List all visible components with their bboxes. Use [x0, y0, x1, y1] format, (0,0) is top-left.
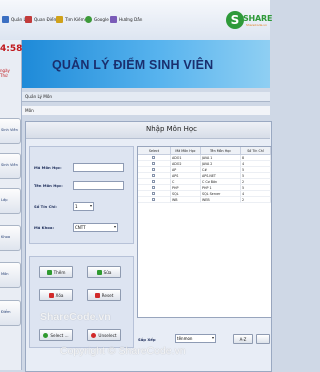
toolbar-google-button[interactable]: Google	[85, 14, 109, 25]
row-checkbox[interactable]	[152, 156, 155, 159]
logo-mark: S	[226, 11, 244, 29]
row-checkbox[interactable]	[152, 168, 155, 171]
sidebar-item-sinh-vien-2[interactable]: Sinh Viên	[0, 153, 21, 179]
row-checkbox[interactable]	[152, 192, 155, 195]
child-window-title: Quản Lý Môn	[25, 94, 53, 99]
watermark-sharecode: ShareCode.vn	[40, 311, 111, 323]
select-all-button[interactable]: Select ...	[39, 329, 73, 341]
form-title: Nhập Môn Học	[146, 125, 198, 133]
column-header-ten-mon[interactable]: Tên Môn Học	[201, 147, 241, 155]
column-header-select[interactable]: Select	[138, 147, 171, 155]
input-panel: Mã Môn Học: Tên Môn Học: Số Tín Chỉ: 1 M…	[29, 146, 134, 244]
column-header-so-tin-chi[interactable]: Số Tín Chỉ	[241, 147, 271, 155]
child-window-titlebar: Quản Lý Môn	[22, 92, 270, 102]
logo-subtext: ShareCode.vn	[246, 23, 267, 27]
cell-ma-mon: WB	[171, 197, 201, 203]
search-icon	[56, 16, 63, 23]
sidebar-item-sinh-vien[interactable]: Sinh Viên	[0, 118, 21, 144]
table-row[interactable]: WB WEB 2	[138, 197, 271, 203]
toolbar-grades-button[interactable]: Quan Điểm	[25, 14, 58, 25]
delete-icon	[48, 292, 54, 298]
toolbar-search-button[interactable]: Tìm Kiếm	[56, 14, 85, 25]
reset-button[interactable]: Reset	[87, 289, 121, 301]
unselect-icon	[91, 332, 97, 338]
sidebar-item-lop[interactable]: Lớp	[0, 188, 21, 214]
plus-icon	[46, 269, 52, 275]
sort-label: Sắp Xếp	[138, 337, 156, 342]
help-icon	[110, 16, 117, 23]
sharecode-logo: S SHARE ShareCode.vn	[226, 8, 273, 36]
banner-title: QUẢN LÝ ĐIỂM SINH VIÊN	[52, 58, 214, 72]
grades-icon	[25, 16, 32, 23]
sidebar-item-diem[interactable]: Điểm	[0, 300, 21, 326]
action-panel: Thêm Sửa Xóa Reset Select ... Unselect	[29, 256, 134, 348]
sort-za-button[interactable]	[256, 334, 270, 344]
watermark-copyright: Copyright © ShareCode.vn	[60, 345, 186, 357]
row-checkbox[interactable]	[152, 186, 155, 189]
so-tin-chi-select[interactable]: 1	[73, 202, 94, 211]
form-header: Nhập Môn Học	[26, 122, 270, 139]
ma-mon-input[interactable]	[73, 163, 124, 172]
clock-display: 4:58	[0, 44, 23, 54]
ma-khoa-select[interactable]: CNTT	[73, 223, 118, 232]
manage-icon	[2, 16, 9, 23]
toolbar-help-button[interactable]: Hướng Dẫn	[110, 14, 142, 25]
delete-button[interactable]: Xóa	[39, 289, 73, 301]
select-icon	[43, 332, 49, 338]
chevron-down-icon	[90, 205, 92, 207]
chevron-down-icon	[114, 226, 116, 228]
row-checkbox[interactable]	[152, 162, 155, 165]
reset-icon	[94, 292, 100, 298]
add-button[interactable]: Thêm	[39, 266, 73, 278]
child-window-menubar: Môn	[22, 106, 270, 115]
edit-icon	[96, 269, 102, 275]
google-icon	[85, 16, 92, 23]
date-display: ngày Thứ	[0, 68, 10, 78]
edit-button[interactable]: Sửa	[87, 266, 121, 278]
ten-mon-input[interactable]	[73, 181, 124, 190]
chevron-down-icon	[212, 337, 214, 339]
subjects-grid[interactable]: Select Mã Môn Học Tên Môn Học Số Tín Chỉ…	[137, 146, 272, 318]
header-banner: QUẢN LÝ ĐIỂM SINH VIÊN	[22, 40, 270, 88]
row-checkbox[interactable]	[152, 198, 155, 201]
cell-so-tin-chi: 2	[241, 197, 271, 203]
menu-item-mon[interactable]: Môn	[25, 108, 34, 113]
sort-az-button[interactable]: A-Z	[233, 334, 253, 344]
ma-khoa-label: Mã Khoa:	[34, 225, 54, 230]
sort-select[interactable]: tênmon	[175, 334, 216, 343]
ten-mon-label: Tên Môn Học:	[34, 183, 63, 188]
so-tin-chi-label: Số Tín Chỉ:	[34, 204, 57, 209]
ma-mon-label: Mã Môn Học:	[34, 165, 62, 170]
logo-text: SHARE	[243, 14, 273, 23]
sidebar-item-mon[interactable]: Môn	[0, 262, 21, 288]
cell-ten-mon: WEB	[201, 197, 241, 203]
sidebar-item-khoa[interactable]: Khoa	[0, 225, 21, 251]
unselect-button[interactable]: Unselect	[87, 329, 121, 341]
row-checkbox[interactable]	[152, 180, 155, 183]
column-header-ma-mon[interactable]: Mã Môn Học	[171, 147, 201, 155]
row-checkbox[interactable]	[152, 174, 155, 177]
